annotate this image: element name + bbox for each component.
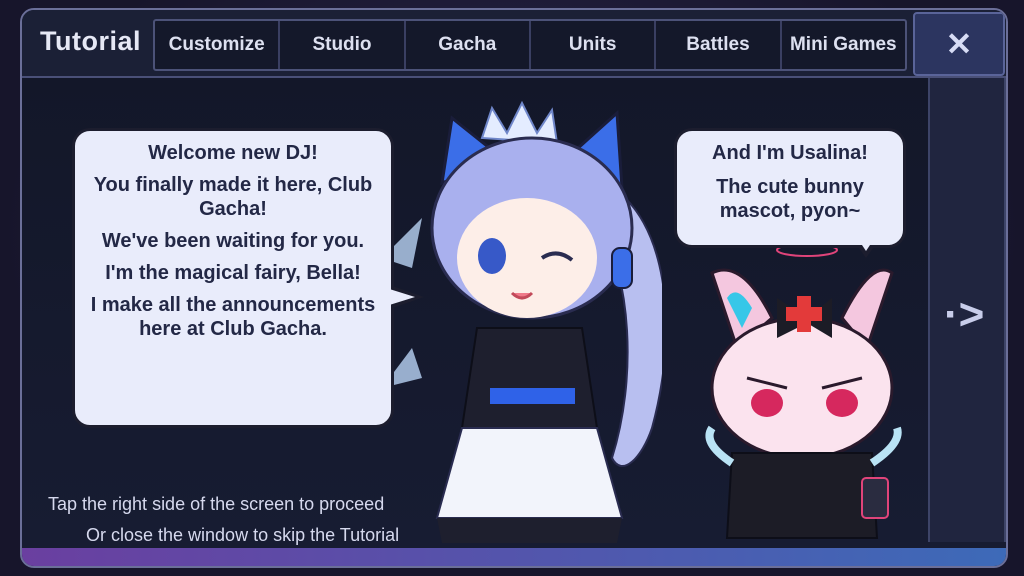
bella-speech-bubble: Welcome new DJ! You finally made it here… [72,128,394,428]
bella-character [382,100,662,543]
dialog-line: You finally made it here, Club Gacha! [93,174,373,220]
chevron-right-icon: ·> [944,290,985,339]
bubble-left-tail-fill [383,287,415,307]
skip-hint: Or close the window to skip the Tutorial [86,525,400,545]
tutorial-tabs: Customize Studio Gacha Units Battles Min… [153,19,907,71]
bottom-accent-bar [22,548,1006,566]
tab-units[interactable]: Units [531,21,657,69]
tutorial-header: Tutorial Customize Studio Gacha Units Ba… [22,10,1006,78]
dialog-line: I'm the magical fairy, Bella! [105,262,361,284]
dialog-line: I make all the announcements here at Clu… [90,294,376,340]
tab-studio[interactable]: Studio [280,21,406,69]
tab-customize[interactable]: Customize [155,21,281,69]
dialog-line: Welcome new DJ! [148,142,318,164]
close-icon: ✕ [945,26,973,62]
dialog-line: And I'm Usalina! [712,142,868,164]
tab-mini-games[interactable]: Mini Games [782,21,905,69]
bubble-right-tail-fill [856,236,876,251]
dialog-line: The cute bunny mascot, pyon~ [716,176,864,222]
usalina-speech-bubble: And I'm Usalina! The cute bunny mascot, … [674,128,906,248]
close-button[interactable]: ✕ [913,12,1005,76]
proceed-hint: Tap the right side of the screen to proc… [48,494,385,514]
tab-gacha[interactable]: Gacha [406,21,531,69]
tab-battles[interactable]: Battles [656,21,782,69]
next-page-button[interactable]: ·> [928,78,1006,542]
dialog-line: We've been waiting for you. [101,230,365,252]
tutorial-content[interactable]: Welcome new DJ! You finally made it here… [22,78,1006,548]
usalina-character [705,243,902,539]
window-title: Tutorial [40,26,141,56]
tutorial-window: Tutorial Customize Studio Gacha Units Ba… [20,8,1008,568]
